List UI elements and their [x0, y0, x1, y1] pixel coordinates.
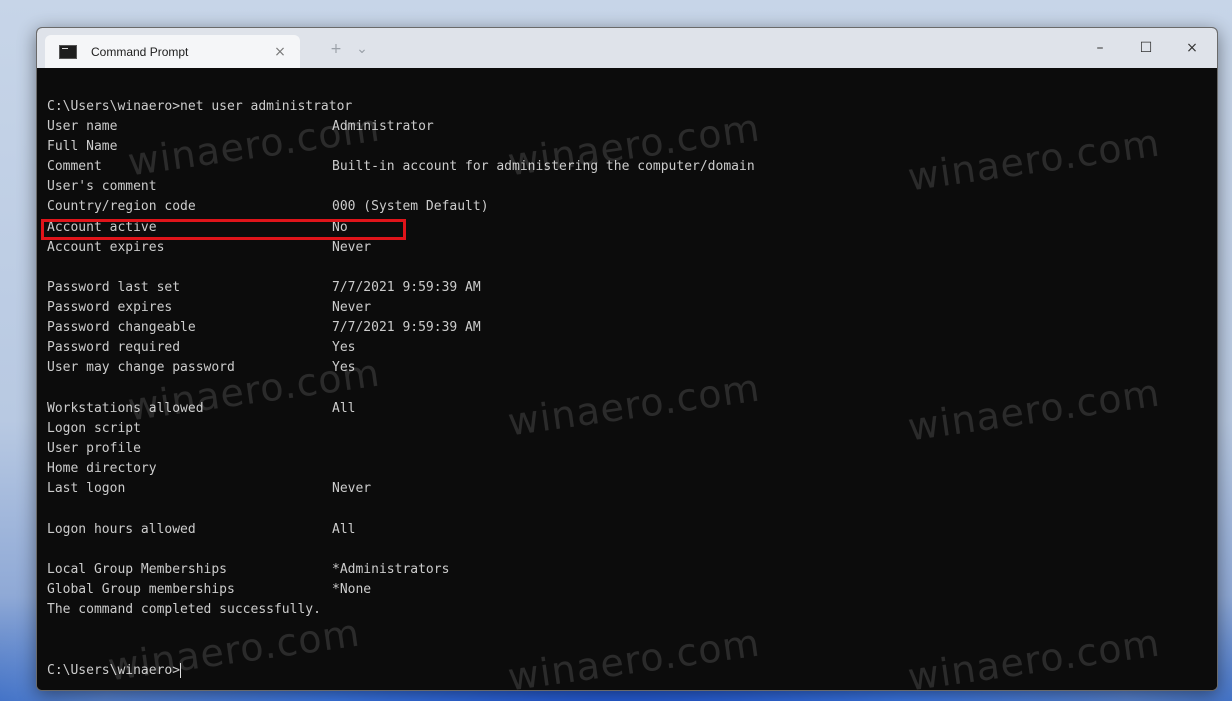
row-value: 7/7/2021 9:59:39 AM: [332, 280, 481, 295]
row-value: All: [332, 522, 356, 537]
watermark: winaero.com: [905, 120, 1163, 200]
row-key: Password required: [47, 340, 181, 355]
row-key: User's comment: [47, 179, 157, 194]
terminal-icon: [59, 44, 77, 59]
console-row: User profile: [47, 439, 141, 459]
prompt-text: C:\Users\winaero>: [47, 663, 181, 678]
completion-message: The command completed successfully.: [47, 602, 321, 617]
row-key: Local Group Memberships: [47, 562, 228, 577]
console-row: Country/region code 000 (System Default): [47, 197, 489, 217]
row-key: Global Group memberships: [47, 582, 235, 597]
console-row: Workstations allowed All: [47, 399, 355, 419]
row-value: Administrator: [332, 119, 434, 134]
row-value: Never: [332, 240, 372, 255]
row-key: Password changeable: [47, 320, 196, 335]
row-key: Home directory: [47, 461, 157, 476]
console-row: User's comment: [47, 177, 157, 197]
command-prompt-window: Command Prompt × + ⌄ – ☐ × C:\Users\wina…: [36, 27, 1218, 691]
row-key: Country/region code: [47, 199, 196, 214]
minimize-button[interactable]: –: [1077, 28, 1123, 68]
tab-title: Command Prompt: [91, 44, 189, 59]
highlight-box: [41, 219, 406, 240]
row-key: User profile: [47, 441, 141, 456]
row-key: Logon hours allowed: [47, 522, 196, 537]
maximize-button[interactable]: ☐: [1123, 28, 1169, 68]
text-cursor: [180, 663, 182, 678]
console-row: User may change password Yes: [47, 358, 355, 378]
row-value: Built-in account for administering the c…: [332, 159, 755, 174]
tab-command-prompt[interactable]: Command Prompt ×: [45, 35, 300, 68]
row-key: Password expires: [47, 300, 173, 315]
watermark: winaero.com: [505, 620, 763, 691]
command-line: C:\Users\winaero>net user administrator: [47, 99, 353, 114]
console-row: Logon hours allowed All: [47, 520, 355, 540]
row-key: Last logon: [47, 481, 126, 496]
console-row: Global Group memberships *None: [47, 580, 371, 600]
title-bar: Command Prompt × + ⌄ – ☐ ×: [37, 28, 1217, 68]
console-row: Local Group Memberships *Administrators: [47, 560, 449, 580]
row-key: Account expires: [47, 240, 165, 255]
row-value: 000 (System Default): [332, 199, 489, 214]
row-value: Yes: [332, 360, 356, 375]
row-key: Comment: [47, 159, 102, 174]
new-tab-icon[interactable]: +: [325, 38, 347, 60]
row-key: Full Name: [47, 139, 118, 154]
row-value: Never: [332, 481, 372, 496]
console-row: User name Administrator: [47, 117, 434, 137]
console-row: Password last set 7/7/2021 9:59:39 AM: [47, 278, 481, 298]
watermark: winaero.com: [505, 365, 763, 445]
close-button[interactable]: ×: [1169, 28, 1215, 68]
row-value: *None: [332, 582, 372, 597]
console-row: Account expires Never: [47, 238, 371, 258]
row-key: Password last set: [47, 280, 181, 295]
row-key: User may change password: [47, 360, 235, 375]
watermark: winaero.com: [905, 620, 1163, 691]
console-row: Full Name: [47, 137, 117, 157]
chevron-down-icon[interactable]: ⌄: [351, 38, 373, 60]
console-row: Password expires Never: [47, 298, 371, 318]
row-value: All: [332, 401, 356, 416]
console-row: Password changeable 7/7/2021 9:59:39 AM: [47, 318, 481, 338]
row-key: Workstations allowed: [47, 401, 204, 416]
row-key: User name: [47, 119, 118, 134]
row-key: Logon script: [47, 421, 141, 436]
row-value: 7/7/2021 9:59:39 AM: [332, 320, 481, 335]
watermark: winaero.com: [905, 370, 1163, 450]
console-row: Comment Built-in account for administerin…: [47, 157, 755, 177]
prompt-line[interactable]: C:\Users\winaero>: [47, 661, 182, 681]
console-row: Last logon Never: [47, 479, 371, 499]
console-row: Home directory: [47, 459, 157, 479]
row-value: Yes: [332, 340, 356, 355]
console-row: Password required Yes: [47, 338, 355, 358]
tab-close-icon[interactable]: ×: [270, 44, 290, 60]
console-row: Logon script: [47, 419, 141, 439]
row-value: Never: [332, 300, 372, 315]
console-output[interactable]: C:\Users\winaero>net user administrator …: [37, 68, 1217, 690]
row-value: *Administrators: [332, 562, 450, 577]
